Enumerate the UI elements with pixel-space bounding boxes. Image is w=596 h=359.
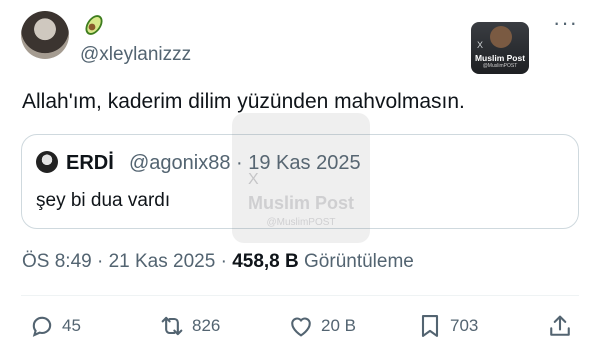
watermark-subtitle: @MuslimPOST <box>482 63 518 69</box>
share-icon <box>550 315 570 336</box>
avocado-icon <box>85 15 103 35</box>
like-icon <box>291 317 311 337</box>
bookmark-button[interactable]: 703 <box>416 312 478 340</box>
quote-author-name[interactable]: ERDİ <box>66 152 114 175</box>
author-handle[interactable]: @xleylanizzz <box>80 44 191 66</box>
like-count: 20 B <box>321 316 356 335</box>
share-button[interactable] <box>546 312 580 340</box>
retweet-button[interactable]: 826 <box>158 312 220 340</box>
bookmark-count: 703 <box>450 316 479 335</box>
tweet-meta: ÖS 8:49 · 21 Kas 2025 · 458,8 B Görüntül… <box>22 251 414 273</box>
reply-count: 45 <box>62 316 81 335</box>
timestamp[interactable]: ÖS 8:49 · 21 Kas 2025 · <box>22 251 232 272</box>
watermark-x-logo: X <box>477 40 484 50</box>
reply-icon <box>32 316 52 337</box>
action-bar: 45 826 20 B 703 <box>0 306 596 346</box>
views-count: 458,8 B <box>232 251 299 272</box>
quote-text: şey bi dua vardı <box>36 190 171 211</box>
tweet-text: Allah'ım, kaderim dilim yüzünden mahvolm… <box>22 90 465 113</box>
divider <box>21 295 579 296</box>
retweet-count: 826 <box>192 316 221 335</box>
bookmark-icon <box>421 315 439 337</box>
watermark-badge: X Muslim Post @MuslimPOST <box>471 22 529 74</box>
author-avatar[interactable] <box>21 11 69 59</box>
center-watermark: X Muslim Post @MuslimPOST <box>232 113 370 243</box>
watermark-avatar <box>490 26 512 48</box>
retweet-icon <box>161 316 183 336</box>
like-button[interactable]: 20 B <box>287 312 356 340</box>
reply-button[interactable]: 45 <box>28 312 81 340</box>
quote-avatar[interactable] <box>36 151 58 173</box>
watermark-title: Muslim Post <box>474 53 526 63</box>
center-watermark-x: X <box>248 171 259 188</box>
more-icon[interactable]: ··· <box>553 12 578 34</box>
center-watermark-subtitle: @MuslimPOST <box>266 217 336 228</box>
center-watermark-title: Muslim Post <box>247 193 354 213</box>
views-label: Görüntüleme <box>304 251 414 272</box>
